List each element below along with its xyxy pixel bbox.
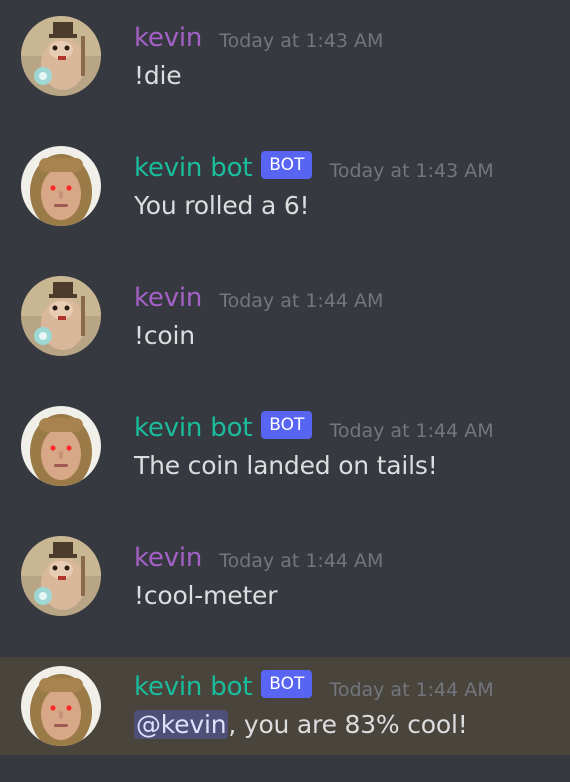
message-row: kevin Today at 1:43 AM !die [0,0,570,98]
username[interactable]: kevin bot [134,411,252,445]
timestamp: Today at 1:44 AM [329,420,494,442]
username[interactable]: kevin [134,281,202,315]
message-content: !cool-meter [134,581,278,610]
message-header: kevin Today at 1:44 AM [134,538,383,578]
username[interactable]: kevin bot [134,151,252,185]
face-avatar-icon[interactable] [21,146,101,226]
message-header: kevin bot BOT Today at 1:43 AM [134,148,494,188]
timestamp: Today at 1:44 AM [219,290,384,312]
message-content: !die [134,61,182,90]
chat-message-list: kevin Today at 1:43 AM !die kevin bot BO… [0,0,570,782]
hamster-avatar-icon[interactable] [21,16,101,96]
message-header: kevin Today at 1:44 AM [134,278,383,318]
message-header: kevin bot BOT Today at 1:44 AM [134,667,494,707]
username[interactable]: kevin [134,541,202,575]
message-header: kevin bot BOT Today at 1:44 AM [134,408,494,448]
message-content: @kevin, you are 83% cool! [134,707,468,743]
timestamp: Today at 1:43 AM [219,30,384,52]
username[interactable]: kevin [134,21,202,55]
hamster-avatar-icon[interactable] [21,276,101,356]
hamster-avatar-icon[interactable] [21,536,101,616]
bot-tag: BOT [261,670,313,698]
message-content: !coin [134,321,195,350]
timestamp: Today at 1:44 AM [219,550,384,572]
user-mention[interactable]: @kevin [134,710,229,739]
message-text: , you are 83% cool! [228,710,468,739]
message-content: You rolled a 6! [134,191,310,220]
message-row: kevin bot BOT Today at 1:44 AM The coin … [0,390,570,488]
timestamp: Today at 1:44 AM [329,679,494,701]
face-avatar-icon[interactable] [21,666,101,746]
message-row: kevin Today at 1:44 AM !coin [0,260,570,358]
message-row-mention-highlight: kevin bot BOT Today at 1:44 AM @kevin, y… [0,657,570,755]
message-content: The coin landed on tails! [134,451,438,480]
timestamp: Today at 1:43 AM [329,160,494,182]
username[interactable]: kevin bot [134,670,252,704]
bot-tag: BOT [261,151,313,179]
message-header: kevin Today at 1:43 AM [134,18,383,58]
message-row: kevin Today at 1:44 AM !cool-meter [0,520,570,618]
message-row: kevin bot BOT Today at 1:43 AM You rolle… [0,130,570,228]
bot-tag: BOT [261,411,313,439]
face-avatar-icon[interactable] [21,406,101,486]
